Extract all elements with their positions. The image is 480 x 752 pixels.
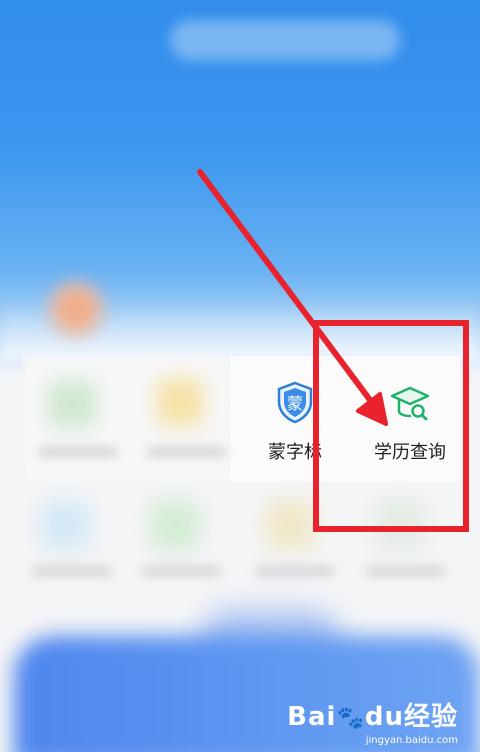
svg-text:蒙: 蒙 xyxy=(287,394,303,413)
baidu-jingyan-watermark: Bai🐾du经验 jingyan.baidu.com xyxy=(278,696,458,746)
service-label-blurred xyxy=(32,565,112,577)
service-icon-blurred[interactable] xyxy=(375,500,425,550)
service-icon-blurred[interactable] xyxy=(265,500,315,550)
search-bar[interactable] xyxy=(170,20,400,60)
shield-meng-icon: 蒙 xyxy=(273,380,317,424)
service-icon-blurred[interactable] xyxy=(40,500,90,550)
watermark-logo: Bai🐾du经验 xyxy=(287,702,458,732)
service-icon-blurred[interactable] xyxy=(156,378,204,426)
paw-icon: 🐾 xyxy=(336,706,365,731)
service-label-blurred xyxy=(38,446,118,458)
avatar[interactable] xyxy=(45,278,107,340)
service-label: 蒙字标 xyxy=(268,442,322,463)
service-icon-blurred[interactable] xyxy=(150,500,200,550)
service-label-blurred xyxy=(255,565,335,577)
graduation-cap-search-icon xyxy=(388,380,432,424)
watermark-url: jingyan.baidu.com xyxy=(365,735,458,746)
service-label: 学历查询 xyxy=(374,442,446,463)
service-mengzitong[interactable]: 蒙 蒙字标 xyxy=(250,380,340,464)
service-xueli-query[interactable]: 学历查询 xyxy=(360,380,460,464)
service-icon-blurred[interactable] xyxy=(48,380,96,428)
service-label-blurred xyxy=(142,565,222,577)
app-screen: 蒙 蒙字标 学历查询 Bai🐾du经验 jingyan.baidu.com xyxy=(0,0,480,752)
service-label-blurred xyxy=(146,446,226,458)
service-label-blurred xyxy=(366,565,446,577)
